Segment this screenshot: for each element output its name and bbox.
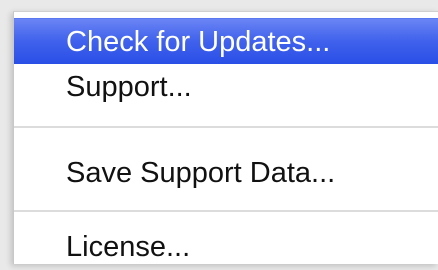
menu-item-license[interactable]: License... [14,224,438,270]
menu-item-check-for-updates[interactable]: Check for Updates... [14,18,438,64]
menu-item-save-support-data[interactable]: Save Support Data... [14,150,438,196]
menu-separator [14,126,438,128]
menu-separator [14,210,438,212]
menu-item-support[interactable]: Support... [14,64,438,110]
context-menu: Check for Updates... Support... Save Sup… [13,11,438,264]
